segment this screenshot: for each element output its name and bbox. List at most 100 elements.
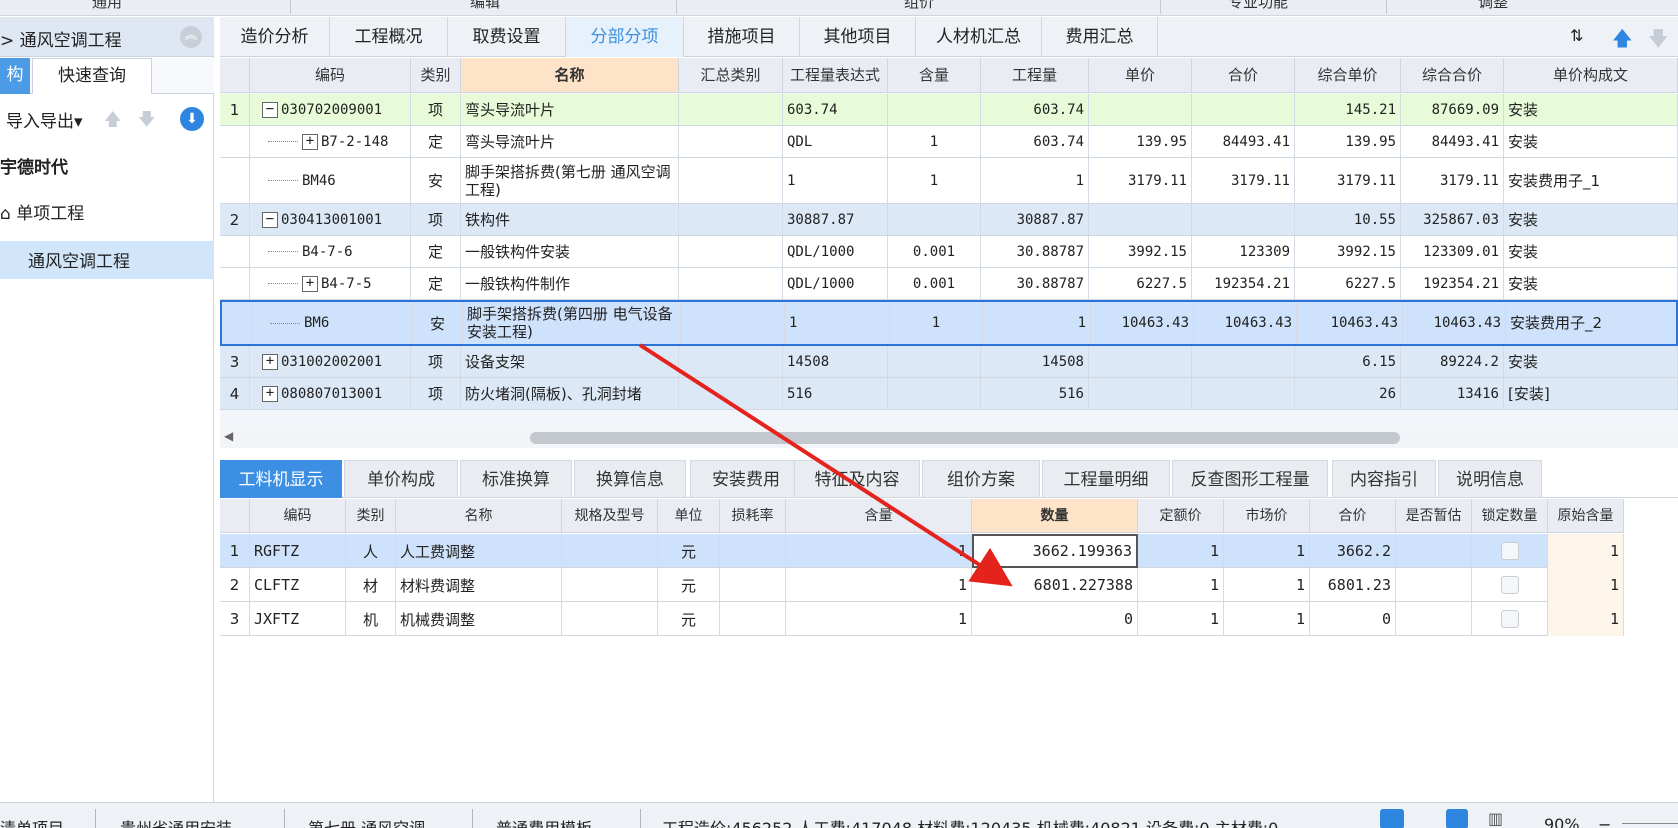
detail-tab[interactable]: 标准换算: [460, 460, 572, 498]
column-header[interactable]: 损耗率: [720, 499, 786, 533]
table-cell[interactable]: 脚手架搭拆费(第四册 电气设备安装工程): [463, 302, 681, 344]
table-cell[interactable]: [1472, 602, 1548, 636]
column-header[interactable]: 原始含量: [1548, 499, 1624, 533]
column-header[interactable]: 单位: [658, 499, 720, 533]
detail-tab[interactable]: 特征及内容: [794, 460, 920, 498]
column-header[interactable]: 合价: [1192, 58, 1295, 93]
move-down-icon[interactable]: 🡇: [138, 107, 155, 136]
column-header[interactable]: 合价: [1310, 499, 1396, 533]
table-cell[interactable]: 一般铁构件安装: [461, 236, 679, 267]
table-row[interactable]: BM6 安 脚手架搭拆费(第四册 电气设备安装工程) 1 1 1 10463.43 10463…: [220, 300, 1678, 346]
detail-tab[interactable]: 组价方案: [922, 460, 1040, 498]
table-row[interactable]: 1 −030702009001 项 弯头导流叶片 603.74 603.74 145.21 8…: [220, 94, 1678, 126]
column-header[interactable]: 综合合价: [1401, 58, 1504, 93]
column-header[interactable]: 定额价: [1138, 499, 1224, 533]
column-header[interactable]: 含量: [888, 58, 981, 93]
table-row[interactable]: + B4-7-5 定 一般铁构件制作 QDL/1000 0.001 30.88787 6227…: [220, 268, 1678, 300]
tree-node-hvac[interactable]: 通风空调工程: [28, 247, 130, 272]
layout-icon[interactable]: [1380, 809, 1404, 828]
table-cell[interactable]: 一般铁构件制作: [461, 268, 679, 299]
tab-cost-analysis[interactable]: 造价分析: [220, 17, 330, 57]
table-cell[interactable]: QDL/1000: [783, 236, 888, 267]
detail-tab[interactable]: 工程量明细: [1042, 460, 1170, 498]
expand-node-icon[interactable]: +: [262, 353, 278, 370]
column-header[interactable]: 类别: [346, 499, 396, 533]
detail-tab[interactable]: 工料机显示: [220, 460, 342, 498]
tree-node-root[interactable]: 宇德时代: [0, 153, 68, 178]
split-view-icon[interactable]: ▥: [1488, 809, 1503, 828]
view-icon[interactable]: [1446, 809, 1468, 828]
detail-tab[interactable]: 说明信息: [1438, 460, 1542, 498]
detail-tab[interactable]: 安装费用: [690, 460, 802, 498]
collapse-node-icon[interactable]: −: [262, 211, 278, 228]
horizontal-scrollbar[interactable]: ◀: [220, 428, 1678, 448]
ribbon-group-adjust[interactable]: 调整: [1478, 0, 1508, 12]
table-cell[interactable]: 1: [783, 158, 888, 203]
table-row[interactable]: 4 +080807013001 项 防火堵洞(隔板)、孔洞封堵 516 516 26 1341…: [220, 378, 1678, 410]
tab-quick-search[interactable]: 快速查询: [32, 58, 152, 94]
scroll-thumb[interactable]: [530, 432, 1400, 444]
column-header[interactable]: 名称: [461, 58, 679, 93]
tree-node-single[interactable]: ⌂ 单项工程: [0, 199, 84, 224]
table-cell[interactable]: 弯头导流叶片: [461, 126, 679, 157]
table-row[interactable]: B4-7-6 定 一般铁构件安装 QDL/1000 0.001 30.88787 3992.…: [220, 236, 1678, 268]
column-header[interactable]: 名称: [396, 499, 562, 533]
move-down-icon[interactable]: 🡇: [1648, 24, 1669, 58]
table-cell[interactable]: 设备支架: [461, 346, 679, 377]
table-row[interactable]: BM46 安 脚手架搭拆费(第七册 通风空调工程) 1 1 1 3179.11 3179.11…: [220, 158, 1678, 204]
column-header[interactable]: 规格及型号: [562, 499, 658, 533]
table-cell[interactable]: [1472, 534, 1548, 568]
table-cell[interactable]: 1: [785, 302, 890, 344]
expand-node-icon[interactable]: +: [302, 275, 318, 292]
detail-tab[interactable]: 内容指引: [1332, 460, 1436, 498]
column-header[interactable]: 锁定数量: [1472, 499, 1548, 533]
zoom-slider[interactable]: [1622, 823, 1678, 824]
tab-sub-items[interactable]: 分部分项: [566, 17, 684, 57]
column-header[interactable]: 综合单价: [1295, 58, 1401, 93]
table-cell[interactable]: 铁构件: [461, 204, 679, 235]
table-cell[interactable]: QDL: [783, 126, 888, 157]
tab-fee-settings[interactable]: 取费设置: [448, 17, 566, 57]
detail-tab[interactable]: 反查图形工程量: [1172, 460, 1328, 498]
table-cell[interactable]: 6801.227388: [972, 568, 1138, 602]
download-icon[interactable]: ⬇: [180, 107, 204, 131]
column-header[interactable]: [220, 499, 250, 533]
collapse-node-icon[interactable]: −: [262, 101, 278, 118]
table-cell[interactable]: 0: [972, 602, 1138, 636]
column-header[interactable]: 市场价: [1224, 499, 1310, 533]
scroll-left-icon[interactable]: ◀: [224, 429, 233, 443]
breadcrumb[interactable]: > 通风空调工程: [0, 26, 122, 51]
column-header[interactable]: 工程量表达式: [783, 58, 888, 93]
column-header[interactable]: 含量: [786, 499, 972, 533]
tab-material-summary[interactable]: 人材机汇总: [916, 17, 1042, 57]
table-row[interactable]: 2 −030413001001 项 铁构件 30887.87 30887.87 10.55 3…: [220, 204, 1678, 236]
lock-checkbox[interactable]: [1500, 576, 1519, 594]
lock-checkbox[interactable]: [1500, 610, 1519, 628]
column-header[interactable]: 工程量: [981, 58, 1089, 93]
column-header[interactable]: 编码: [250, 58, 411, 93]
column-header[interactable]: 汇总类别: [679, 58, 783, 93]
table-cell[interactable]: 30887.87: [783, 204, 888, 235]
column-header[interactable]: 是否暂估: [1396, 499, 1472, 533]
table-row[interactable]: 3 JXFTZ 机 机械费调整 元 1 0 1 1 0 1: [220, 602, 1624, 636]
expand-node-icon[interactable]: +: [302, 133, 318, 150]
tab-other-items[interactable]: 其他项目: [800, 17, 916, 57]
ribbon-group-special[interactable]: 专业功能: [1228, 0, 1288, 12]
detail-tab[interactable]: 单价构成: [344, 460, 458, 498]
table-cell[interactable]: 防火堵洞(隔板)、孔洞封堵: [461, 378, 679, 409]
table-cell[interactable]: 603.74: [783, 94, 888, 125]
table-cell[interactable]: 14508: [783, 346, 888, 377]
table-row[interactable]: 3 +031002002001 项 设备支架 14508 14508 6.15 89224.2…: [220, 346, 1678, 378]
column-header[interactable]: [220, 58, 250, 93]
tab-fee-summary[interactable]: 费用汇总: [1042, 17, 1158, 57]
table-row[interactable]: + B7-2-148 定 弯头导流叶片 QDL 1 603.74 139.95 84493.41…: [220, 126, 1678, 158]
column-header[interactable]: 单价构成文: [1504, 58, 1678, 93]
table-row[interactable]: 1 RGFTZ 人 人工费调整 元 1 3662.199363 1 1 3662.2 1: [220, 534, 1624, 568]
ribbon-group-general[interactable]: 通用: [92, 0, 122, 12]
table-cell[interactable]: 弯头导流叶片: [461, 94, 679, 125]
expand-node-icon[interactable]: +: [262, 385, 278, 402]
table-cell[interactable]: [1472, 568, 1548, 602]
column-header[interactable]: 数量: [972, 499, 1138, 533]
tab-structure[interactable]: 构: [0, 58, 30, 94]
table-cell[interactable]: 脚手架搭拆费(第七册 通风空调工程): [461, 158, 679, 203]
